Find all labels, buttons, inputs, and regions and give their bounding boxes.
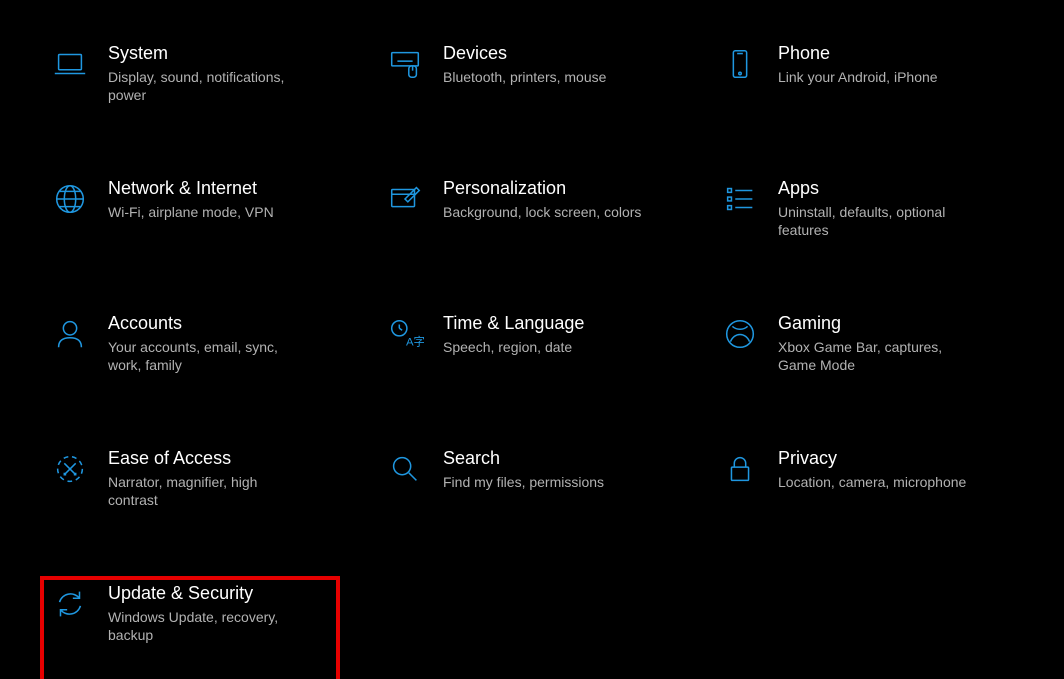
tile-time-language[interactable]: A字 Time & Language Speech, region, date	[375, 306, 675, 441]
tile-accounts[interactable]: Accounts Your accounts, email, sync, wor…	[40, 306, 340, 441]
tile-subtitle: Find my files, permissions	[443, 473, 643, 491]
tile-search[interactable]: Search Find my files, permissions	[375, 441, 675, 576]
tile-subtitle: Speech, region, date	[443, 338, 643, 356]
tile-personalization[interactable]: Personalization Background, lock screen,…	[375, 171, 675, 306]
person-icon	[46, 310, 94, 358]
paint-icon	[381, 175, 429, 223]
tile-title: Update & Security	[108, 582, 334, 604]
tile-title: Devices	[443, 42, 669, 64]
tile-subtitle: Your accounts, email, sync, work, family	[108, 338, 308, 374]
lock-icon	[716, 445, 764, 493]
tile-system[interactable]: System Display, sound, notifications, po…	[40, 36, 340, 171]
tile-update-security[interactable]: Update & Security Windows Update, recove…	[40, 576, 340, 679]
tile-title: Accounts	[108, 312, 334, 334]
ease-of-access-icon	[46, 445, 94, 493]
tile-subtitle: Wi-Fi, airplane mode, VPN	[108, 203, 308, 221]
svg-text:A字: A字	[406, 334, 424, 348]
tile-title: Phone	[778, 42, 1004, 64]
tile-apps[interactable]: Apps Uninstall, defaults, optional featu…	[710, 171, 1010, 306]
tile-subtitle: Uninstall, defaults, optional features	[778, 203, 978, 239]
tile-title: Apps	[778, 177, 1004, 199]
tile-title: Personalization	[443, 177, 669, 199]
laptop-icon	[46, 40, 94, 88]
xbox-icon	[716, 310, 764, 358]
tile-title: Ease of Access	[108, 447, 334, 469]
tile-privacy[interactable]: Privacy Location, camera, microphone	[710, 441, 1010, 576]
tile-title: Time & Language	[443, 312, 669, 334]
tile-title: Privacy	[778, 447, 1004, 469]
tile-network[interactable]: Network & Internet Wi-Fi, airplane mode,…	[40, 171, 340, 306]
tile-subtitle: Link your Android, iPhone	[778, 68, 978, 86]
tile-subtitle: Bluetooth, printers, mouse	[443, 68, 643, 86]
tile-subtitle: Display, sound, notifications, power	[108, 68, 308, 104]
apps-list-icon	[716, 175, 764, 223]
tile-subtitle: Narrator, magnifier, high contrast	[108, 473, 308, 509]
tile-subtitle: Background, lock screen, colors	[443, 203, 643, 221]
tile-devices[interactable]: Devices Bluetooth, printers, mouse	[375, 36, 675, 171]
settings-category-grid: System Display, sound, notifications, po…	[0, 0, 1064, 679]
search-icon	[381, 445, 429, 493]
tile-subtitle: Windows Update, recovery, backup	[108, 608, 308, 644]
tile-phone[interactable]: Phone Link your Android, iPhone	[710, 36, 1010, 171]
tile-subtitle: Xbox Game Bar, captures, Game Mode	[778, 338, 978, 374]
tile-title: System	[108, 42, 334, 64]
tile-subtitle: Location, camera, microphone	[778, 473, 978, 491]
tile-title: Gaming	[778, 312, 1004, 334]
tile-ease-of-access[interactable]: Ease of Access Narrator, magnifier, high…	[40, 441, 340, 576]
sync-icon	[46, 580, 94, 628]
time-language-icon: A字	[381, 310, 429, 358]
tile-title: Search	[443, 447, 669, 469]
globe-icon	[46, 175, 94, 223]
phone-icon	[716, 40, 764, 88]
keyboard-icon	[381, 40, 429, 88]
tile-title: Network & Internet	[108, 177, 334, 199]
tile-gaming[interactable]: Gaming Xbox Game Bar, captures, Game Mod…	[710, 306, 1010, 441]
